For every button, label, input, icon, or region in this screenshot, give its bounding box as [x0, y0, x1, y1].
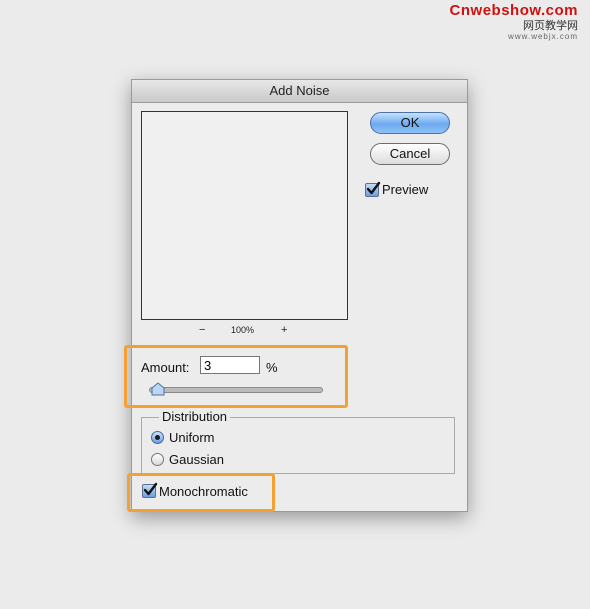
distribution-legend: Distribution	[159, 409, 231, 424]
gaussian-radio[interactable]	[151, 453, 164, 466]
preview-checkbox[interactable]	[365, 181, 381, 197]
watermark-chinese: 网页教学网	[523, 20, 578, 32]
watermark-url: www.webjx.com	[508, 32, 578, 41]
dialog-title[interactable]: Add Noise	[132, 80, 467, 103]
amount-highlight	[124, 345, 348, 408]
cancel-button[interactable]: Cancel	[370, 143, 450, 165]
preview-label: Preview	[382, 182, 429, 197]
checkmark-icon	[366, 181, 381, 195]
uniform-radio[interactable]	[151, 431, 164, 444]
gaussian-label[interactable]: Gaussian	[169, 452, 224, 467]
zoom-out-button[interactable]: −	[199, 324, 205, 336]
uniform-label[interactable]: Uniform	[169, 430, 215, 445]
watermark: Cnwebshow.com 网页教学网 www.webjx.com	[450, 2, 578, 41]
add-noise-dialog: Add Noise − 100% + OK Cancel Preview Amo…	[124, 79, 468, 512]
preview-pane[interactable]	[141, 111, 348, 320]
zoom-in-button[interactable]: +	[281, 324, 287, 336]
ok-button[interactable]: OK	[370, 112, 450, 134]
zoom-level: 100%	[231, 325, 255, 335]
monochromatic-highlight	[127, 473, 275, 512]
